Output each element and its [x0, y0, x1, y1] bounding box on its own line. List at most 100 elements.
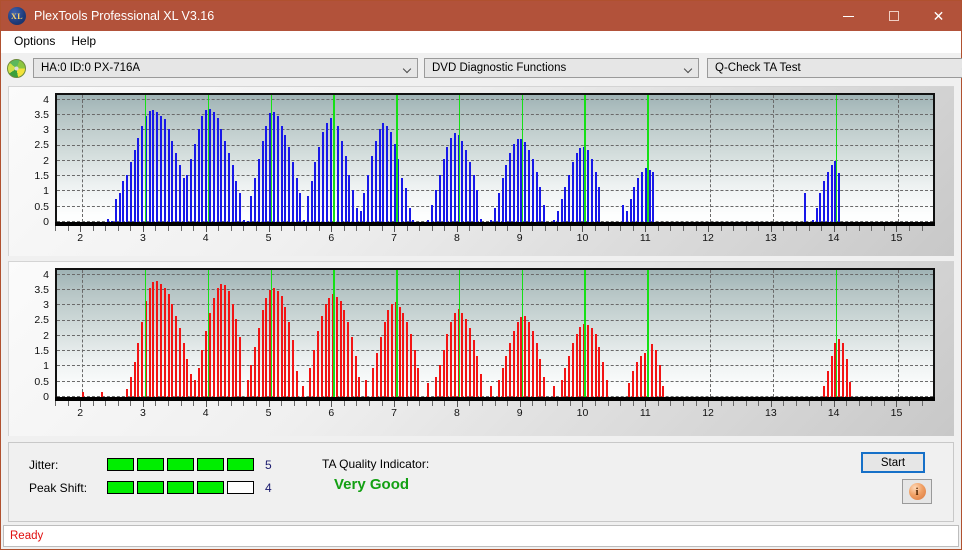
x-axis-tick: [821, 226, 823, 231]
x-axis-tick: [557, 401, 559, 406]
x-tick-label: 14: [827, 232, 840, 244]
x-axis-labels-1: 2 3 4 5 6 7 8 9 10 11 12 13 14 15: [55, 407, 935, 423]
chart-bar: [340, 140, 343, 222]
xl-logo-icon: XL: [8, 7, 26, 25]
x-axis-tick: [180, 401, 182, 406]
grid-line-horizontal: [57, 334, 933, 336]
chart-bar: [129, 377, 132, 397]
x-axis-tick: [469, 226, 471, 231]
maximize-icon[interactable]: [871, 1, 916, 31]
function-select-value: DVD Diagnostic Functions: [432, 62, 567, 74]
jitter-label: Jitter:: [29, 457, 59, 472]
x-axis-tick: [180, 226, 182, 231]
x-axis-tick: [381, 226, 383, 231]
menu-item-help[interactable]: Help: [64, 33, 105, 50]
x-axis-tick: [632, 401, 634, 406]
chart-bar: [391, 303, 394, 397]
chart-bar: [329, 117, 332, 222]
x-axis-tick: [482, 401, 483, 406]
y-tick-label: 2: [43, 154, 49, 167]
x-axis-tick: [105, 401, 107, 406]
chart-bar: [450, 322, 453, 397]
jitter-row: Jitter: 5: [29, 457, 272, 472]
start-button[interactable]: Start: [861, 452, 925, 473]
meter-segment: [167, 458, 194, 471]
x-tick-label: 15: [890, 407, 903, 419]
chart-bar: [553, 386, 556, 397]
chart-bar: [571, 162, 574, 222]
function-select[interactable]: DVD Diagnostic Functions: [424, 58, 699, 78]
minimize-icon[interactable]: [826, 1, 871, 31]
x-axis-tick: [758, 226, 760, 231]
chart-bar: [178, 328, 181, 397]
test-select[interactable]: Q-Check TA Test: [707, 58, 962, 78]
chart-bar: [276, 291, 279, 397]
info-button[interactable]: i: [902, 479, 932, 504]
y-tick-label: 1: [43, 185, 49, 198]
x-axis-tick: [507, 226, 509, 231]
x-axis-tick: [117, 401, 119, 406]
x-axis-tick: [695, 226, 697, 231]
x-axis-tick: [733, 226, 735, 231]
chart-bar: [186, 174, 189, 222]
x-tick-label: 2: [77, 232, 84, 244]
x-tick-label: 13: [765, 407, 777, 419]
chart-bar: [152, 110, 155, 222]
close-icon[interactable]: ✕: [916, 1, 961, 31]
x-axis-tick: [858, 401, 860, 406]
chart-bar: [208, 312, 211, 397]
y-tick-label: 4: [43, 268, 49, 281]
x-axis-tick: [846, 226, 848, 231]
marker-line: [270, 270, 272, 397]
x-axis-tick: [657, 401, 659, 406]
chart-bar: [435, 377, 438, 397]
chart-bar: [265, 297, 268, 397]
x-axis-tick: [858, 226, 860, 231]
x-axis-tick: [130, 226, 132, 231]
chart-bar: [662, 386, 665, 397]
chart-bar: [501, 367, 504, 397]
x-axis-tick: [444, 401, 446, 406]
chart-bar: [284, 306, 287, 397]
chart-bar: [137, 343, 140, 397]
chart-bar: [224, 285, 227, 397]
chart-bar: [314, 162, 317, 222]
meter-segment: [227, 458, 254, 471]
x-axis-tick: [494, 401, 496, 406]
chart-bar: [235, 180, 238, 222]
chart-bar: [387, 309, 390, 397]
chart-bar: [841, 343, 844, 397]
chart-bar: [524, 142, 527, 222]
menu-item-options[interactable]: Options: [7, 33, 64, 50]
chart-bar: [280, 296, 283, 397]
y-tick-label: 1.5: [34, 170, 49, 183]
x-axis-tick: [632, 226, 634, 231]
status-bar: Ready: [3, 525, 959, 547]
chart-bar: [590, 159, 593, 222]
chart-bar: [465, 318, 468, 397]
chart-bar: [137, 137, 140, 222]
ta-peak-shift-chart: 0 0.5 1 1.5 2 2.5 3 3.5 4 2 3 4 5 6 7 8 9 10 11 12 13 14 15: [8, 261, 954, 436]
meter-segment: [137, 458, 164, 471]
x-axis-tick: [821, 401, 823, 406]
x-axis-tick: [883, 226, 885, 231]
chart-bar: [310, 180, 313, 222]
x-axis-tick: [682, 401, 684, 406]
chart-bar: [299, 192, 302, 222]
marker-line: [207, 95, 210, 222]
chart-bar: [379, 337, 382, 397]
chart-bar: [133, 150, 136, 222]
marker-line: [144, 270, 147, 397]
chart-bar: [579, 147, 582, 222]
chart-bar: [635, 361, 638, 397]
x-tick-label: 11: [639, 407, 651, 419]
y-tick-label: 2.5: [34, 139, 49, 152]
chart-bar: [320, 315, 323, 397]
chart-bar: [254, 346, 257, 397]
x-axis-tick: [544, 401, 546, 406]
x-axis-tick: [218, 226, 220, 231]
chart-bar: [823, 180, 826, 222]
chart-bar: [239, 337, 242, 397]
x-axis-tick: [293, 226, 295, 231]
drive-select[interactable]: HA:0 ID:0 PX-716A: [33, 58, 418, 78]
